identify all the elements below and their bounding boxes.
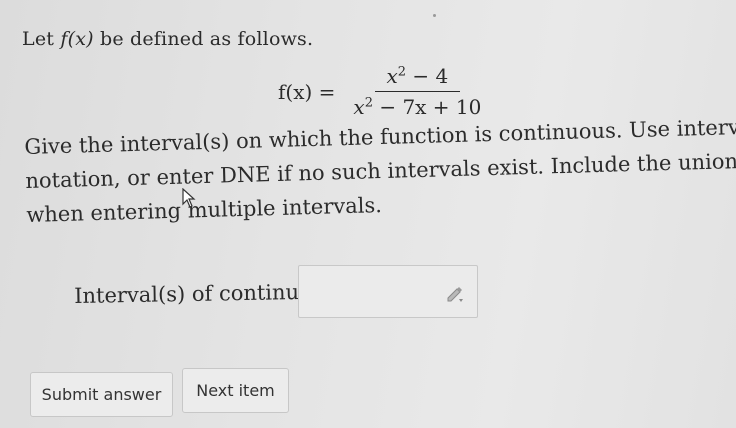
interval-answer-input[interactable] (298, 265, 478, 318)
fraction: x2 − 4 x2 − 7x + 10 (349, 64, 485, 119)
denominator-base: x (353, 95, 365, 119)
numerator: x2 − 4 (374, 64, 461, 92)
pencil-icon[interactable] (445, 283, 465, 303)
denominator-rest: − 7x + 10 (372, 95, 482, 119)
instructions: Give the interval(s) on which the functi… (24, 110, 736, 232)
denominator: x2 − 7x + 10 (349, 92, 485, 119)
problem-intro: Let f(x) be defined as follows. (22, 28, 313, 50)
formula-lhs: f(x) = (278, 79, 336, 104)
intro-function: f(x) (60, 28, 94, 50)
numerator-base: x (386, 64, 398, 88)
screen-speck (433, 14, 436, 17)
submit-answer-button[interactable]: Submit answer (30, 372, 173, 417)
intro-prefix: Let (22, 28, 61, 50)
next-item-button[interactable]: Next item (182, 368, 289, 413)
mouse-cursor-icon (182, 188, 196, 208)
numerator-rest: − 4 (406, 64, 449, 88)
answer-label: Interval(s) of continuity: (74, 279, 334, 308)
denominator-exponent: 2 (364, 95, 373, 111)
intro-suffix: be defined as follows. (93, 28, 314, 50)
function-definition: f(x) = x2 − 4 x2 − 7x + 10 (278, 64, 485, 119)
numerator-exponent: 2 (397, 64, 407, 80)
